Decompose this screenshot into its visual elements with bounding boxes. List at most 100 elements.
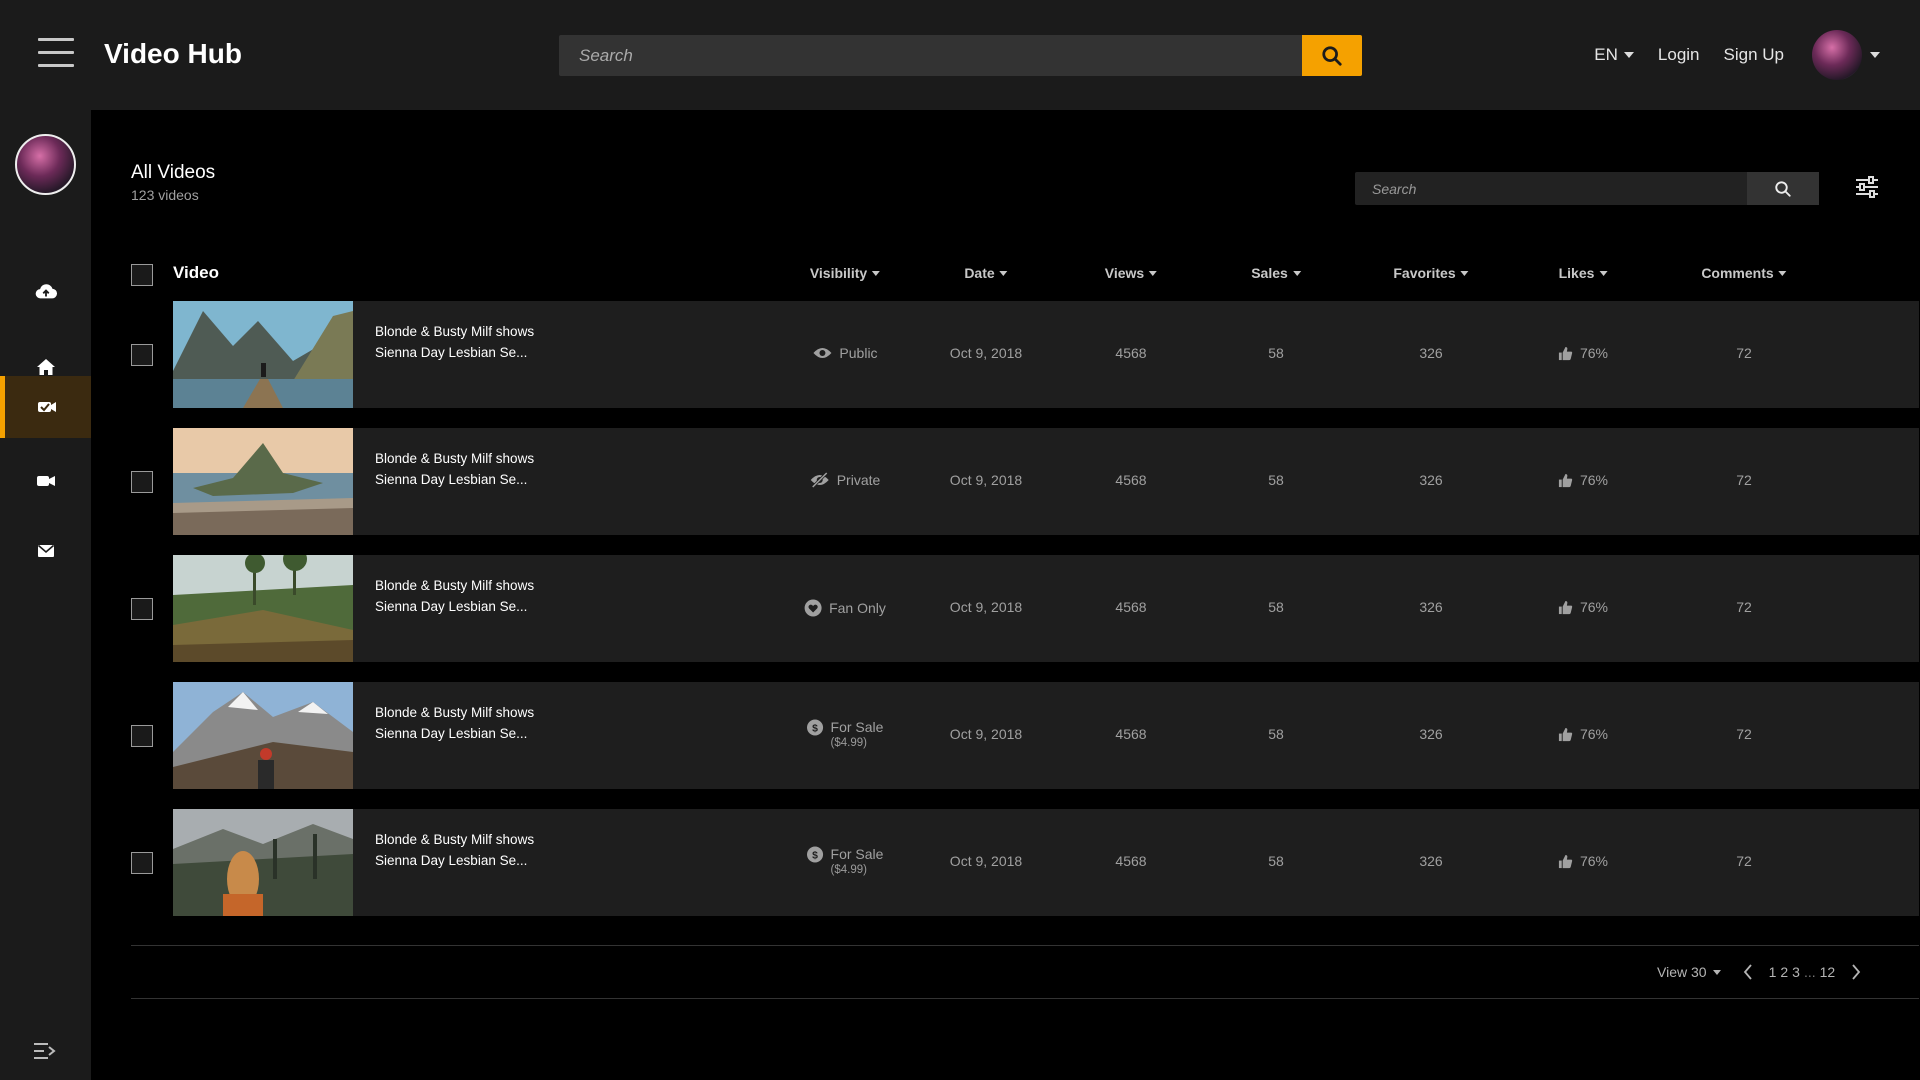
table-row[interactable]: Blonde & Busty Milf shows Sienna Day Lesb…	[131, 555, 1919, 662]
video-title[interactable]: Blonde & Busty Milf shows Sienna Day Lesb…	[375, 575, 575, 617]
video-title[interactable]: Blonde & Busty Milf shows Sienna Day Lesb…	[375, 702, 575, 744]
video-search-input[interactable]	[1355, 172, 1747, 205]
global-search-button[interactable]	[1302, 35, 1362, 76]
visibility-cell: $ For Sale ($4.99)	[807, 846, 883, 878]
login-link[interactable]: Login	[1658, 45, 1700, 65]
dollar-icon: $	[807, 719, 824, 736]
video-title-line-2: Sienna Day Lesbian Se...	[375, 345, 528, 360]
cloud-upload-icon	[35, 284, 57, 299]
select-all-checkbox[interactable]	[131, 264, 153, 286]
footer-divider	[131, 998, 1919, 999]
page-1[interactable]: 1	[1769, 964, 1777, 980]
filter-button[interactable]	[1855, 176, 1879, 203]
column-views[interactable]: Views	[1105, 265, 1158, 281]
comments-cell: 72	[1736, 599, 1752, 615]
sort-caret-icon	[1599, 270, 1608, 276]
sidebar-item-videos[interactable]	[0, 376, 91, 438]
table-row[interactable]: Blonde & Busty Milf shows Sienna Day Lesb…	[131, 682, 1919, 789]
chevron-down-icon	[1712, 969, 1721, 975]
visibility-label: Public	[839, 345, 878, 361]
video-title-line-1: Blonde & Busty Milf shows	[375, 451, 535, 466]
likes-value: 76%	[1579, 472, 1609, 488]
video-thumbnail[interactable]	[173, 682, 353, 789]
chevron-right-icon	[1852, 964, 1861, 980]
column-likes[interactable]: Likes	[1559, 265, 1608, 281]
sort-caret-icon	[999, 270, 1008, 276]
global-search	[559, 35, 1362, 76]
video-title[interactable]: Blonde & Busty Milf shows Sienna Day Lesb…	[375, 321, 575, 363]
eye-slash-icon	[810, 472, 829, 488]
likes-value: 76%	[1579, 345, 1609, 361]
envelope-icon	[37, 544, 54, 557]
video-count: 123 videos	[131, 187, 199, 203]
thumbs-up-icon	[1558, 473, 1573, 487]
video-title-line-2: Sienna Day Lesbian Se...	[375, 472, 528, 487]
chevron-down-icon	[1870, 52, 1880, 58]
row-checkbox[interactable]	[131, 852, 153, 874]
column-comments-label: Comments	[1701, 265, 1774, 281]
language-selector[interactable]: EN	[1594, 45, 1634, 65]
visibility-cell: Fan Only	[804, 599, 886, 617]
page-12[interactable]: 12	[1820, 964, 1836, 980]
user-menu[interactable]	[1812, 30, 1880, 80]
table-row[interactable]: Blonde & Busty Milf shows Sienna Day Lesb…	[131, 809, 1919, 916]
date-cell: Oct 9, 2018	[949, 472, 1023, 488]
sidebar-item-upload[interactable]	[0, 260, 91, 322]
page-3[interactable]: 3	[1792, 964, 1800, 980]
prev-page-button[interactable]	[1743, 963, 1753, 981]
page-2[interactable]: 2	[1780, 964, 1788, 980]
signup-link[interactable]: Sign Up	[1724, 45, 1784, 65]
row-checkbox[interactable]	[131, 471, 153, 493]
eye-icon	[813, 348, 832, 358]
sidebar-item-live[interactable]	[0, 450, 91, 512]
comments-cell: 72	[1736, 345, 1752, 361]
views-cell: 4568	[1115, 726, 1147, 742]
sidebar-item-messages[interactable]	[0, 520, 91, 582]
row-checkbox[interactable]	[131, 344, 153, 366]
table-row[interactable]: Blonde & Busty Milf shows Sienna Day Lesb…	[131, 428, 1919, 535]
header-actions: EN Login Sign Up	[1594, 30, 1880, 80]
video-title-line-1: Blonde & Busty Milf shows	[375, 705, 535, 720]
thumbs-up-icon	[1558, 727, 1573, 741]
heart-icon	[804, 599, 822, 617]
column-favorites[interactable]: Favorites	[1393, 265, 1469, 281]
visibility-cell: Public	[812, 345, 878, 361]
hamburger-menu-icon[interactable]	[38, 38, 74, 68]
likes-value: 76%	[1579, 599, 1609, 615]
sidebar-collapse-button[interactable]	[33, 1041, 57, 1066]
page-size-selector[interactable]: View 30	[1657, 964, 1721, 980]
sidebar-avatar[interactable]	[15, 134, 76, 195]
sales-cell: 58	[1268, 853, 1284, 869]
column-comments[interactable]: Comments	[1701, 265, 1787, 281]
row-checkbox[interactable]	[131, 598, 153, 620]
views-cell: 4568	[1115, 345, 1147, 361]
video-title-line-1: Blonde & Busty Milf shows	[375, 832, 535, 847]
visibility-label: For Sale	[830, 719, 884, 735]
column-sales[interactable]: Sales	[1251, 265, 1301, 281]
table-row[interactable]: Blonde & Busty Milf shows Sienna Day Lesb…	[131, 301, 1919, 408]
video-search-button[interactable]	[1747, 172, 1819, 205]
video-thumbnail[interactable]	[173, 301, 353, 408]
row-checkbox[interactable]	[131, 725, 153, 747]
video-thumbnail[interactable]	[173, 428, 353, 535]
video-title[interactable]: Blonde & Busty Milf shows Sienna Day Lesb…	[375, 448, 575, 490]
sliders-icon	[1856, 176, 1878, 198]
column-date[interactable]: Date	[964, 265, 1008, 281]
page-ellipsis: ...	[1803, 964, 1816, 980]
video-thumbnail[interactable]	[173, 809, 353, 916]
comments-cell: 72	[1736, 472, 1752, 488]
favorites-cell: 326	[1419, 853, 1443, 869]
column-date-label: Date	[964, 265, 995, 281]
search-icon	[1322, 45, 1342, 66]
global-search-input[interactable]	[559, 35, 1302, 76]
video-title-line-2: Sienna Day Lesbian Se...	[375, 853, 528, 868]
video-thumbnail[interactable]	[173, 555, 353, 662]
language-label: EN	[1594, 45, 1618, 64]
video-title[interactable]: Blonde & Busty Milf shows Sienna Day Lesb…	[375, 829, 575, 871]
visibility-cell: Private	[810, 472, 880, 488]
column-visibility[interactable]: Visibility	[810, 265, 881, 281]
thumbs-up-icon	[1558, 346, 1573, 360]
top-bar: Video Hub EN Login Sign Up	[0, 0, 1920, 110]
next-page-button[interactable]	[1851, 963, 1861, 981]
sort-caret-icon	[1778, 270, 1787, 276]
